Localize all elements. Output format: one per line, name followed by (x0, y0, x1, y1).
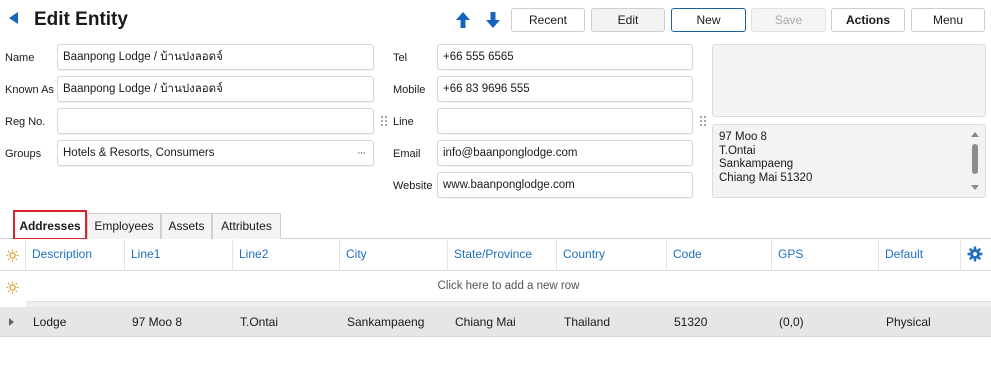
tel-label: Tel (393, 52, 408, 64)
gear-icon[interactable] (967, 246, 983, 262)
address-line: Sankampaeng (719, 158, 794, 170)
address-line: 97 Moo 8 (719, 131, 767, 143)
known-as-field[interactable]: Baanpong Lodge / บ้านปงลอดจ์ (57, 76, 374, 102)
new-button[interactable]: New (671, 8, 746, 32)
scroll-down-icon[interactable] (971, 185, 979, 190)
sun-icon (6, 249, 19, 262)
cell-state[interactable]: Chiang Mai (448, 307, 516, 337)
line-label: Line (393, 116, 414, 128)
add-row-text[interactable]: Click here to add a new row (26, 272, 991, 301)
email-label: Email (393, 148, 421, 160)
cell-country[interactable]: Thailand (557, 307, 610, 337)
email-field[interactable]: info@baanponglodge.com (437, 140, 693, 166)
actions-button[interactable]: Actions (831, 8, 905, 32)
column-header-description[interactable]: Description (26, 239, 125, 271)
column-header-code[interactable]: Code (667, 239, 772, 271)
column-header-state[interactable]: State/Province (448, 239, 557, 271)
cell-line1[interactable]: 97 Moo 8 (125, 307, 182, 337)
known-as-label: Known As (5, 84, 54, 96)
website-field[interactable]: www.baanponglodge.com (437, 172, 693, 198)
column-header-gps[interactable]: GPS (772, 239, 879, 271)
page-title: Edit Entity (34, 9, 128, 30)
ellipsis-icon[interactable]: ··· (357, 141, 366, 165)
groups-field[interactable]: Hotels & Resorts, Consumers ··· (57, 140, 374, 166)
menu-button[interactable]: Menu (911, 8, 985, 32)
groups-value: Hotels & Resorts, Consumers (63, 147, 215, 159)
tel-field[interactable]: +66 555 6565 (437, 44, 693, 70)
reg-no-label: Reg No. (5, 116, 46, 128)
tab-assets[interactable]: Assets (161, 213, 212, 239)
sun-icon (6, 281, 19, 294)
expand-row-icon[interactable] (9, 318, 14, 326)
edit-button[interactable]: Edit (591, 8, 665, 32)
column-header-country[interactable]: Country (557, 239, 667, 271)
address-line: Chiang Mai 51320 (719, 171, 813, 184)
recent-button[interactable]: Recent (511, 8, 585, 32)
back-arrow-icon[interactable] (9, 12, 18, 24)
move-up-arrow-icon[interactable] (454, 10, 472, 30)
cell-city[interactable]: Sankampaeng (340, 307, 424, 337)
groups-label: Groups (5, 148, 42, 160)
column-header-line2[interactable]: Line2 (233, 239, 340, 271)
cell-default[interactable]: Physical (879, 307, 931, 337)
tab-addresses[interactable]: Addresses (13, 210, 87, 240)
save-button[interactable]: Save (751, 8, 826, 32)
cell-gps[interactable]: (0,0) (772, 307, 804, 337)
column-header-default[interactable]: Default (879, 239, 961, 271)
name-label: Name (5, 52, 35, 64)
move-down-arrow-icon[interactable] (484, 10, 502, 30)
name-field[interactable]: Baanpong Lodge / บ้านปงลอดจ์ (57, 44, 374, 70)
add-row[interactable]: Click here to add a new row (0, 272, 991, 301)
tab-attributes[interactable]: Attributes (212, 213, 281, 239)
scrollbar-thumb[interactable] (972, 144, 978, 174)
notes-box[interactable] (712, 44, 986, 117)
line-field[interactable] (437, 108, 693, 134)
column-header-line1[interactable]: Line1 (125, 239, 233, 271)
table-row[interactable]: Lodge 97 Moo 8 T.Ontai Sankampaeng Chian… (0, 307, 991, 337)
cell-code[interactable]: 51320 (667, 307, 707, 337)
cell-line2[interactable]: T.Ontai (233, 307, 278, 337)
mobile-label: Mobile (393, 84, 426, 96)
mobile-field[interactable]: +66 83 9696 555 (437, 76, 693, 102)
column-header-city[interactable]: City (340, 239, 448, 271)
drag-handle-icon[interactable] (381, 116, 387, 128)
cell-description[interactable]: Lodge (26, 307, 66, 337)
drag-handle-icon[interactable] (700, 116, 706, 128)
grid-header: Description Line1 Line2 City State/Provi… (0, 239, 991, 271)
address-line: T.Ontai (719, 144, 756, 157)
scroll-up-icon[interactable] (971, 132, 979, 137)
address-preview: 97 Moo 8 T.Ontai Sankampaeng Chiang Mai … (712, 124, 986, 198)
reg-no-field[interactable] (57, 108, 374, 134)
website-label: Website (393, 180, 433, 192)
tab-employees[interactable]: Employees (87, 213, 161, 239)
